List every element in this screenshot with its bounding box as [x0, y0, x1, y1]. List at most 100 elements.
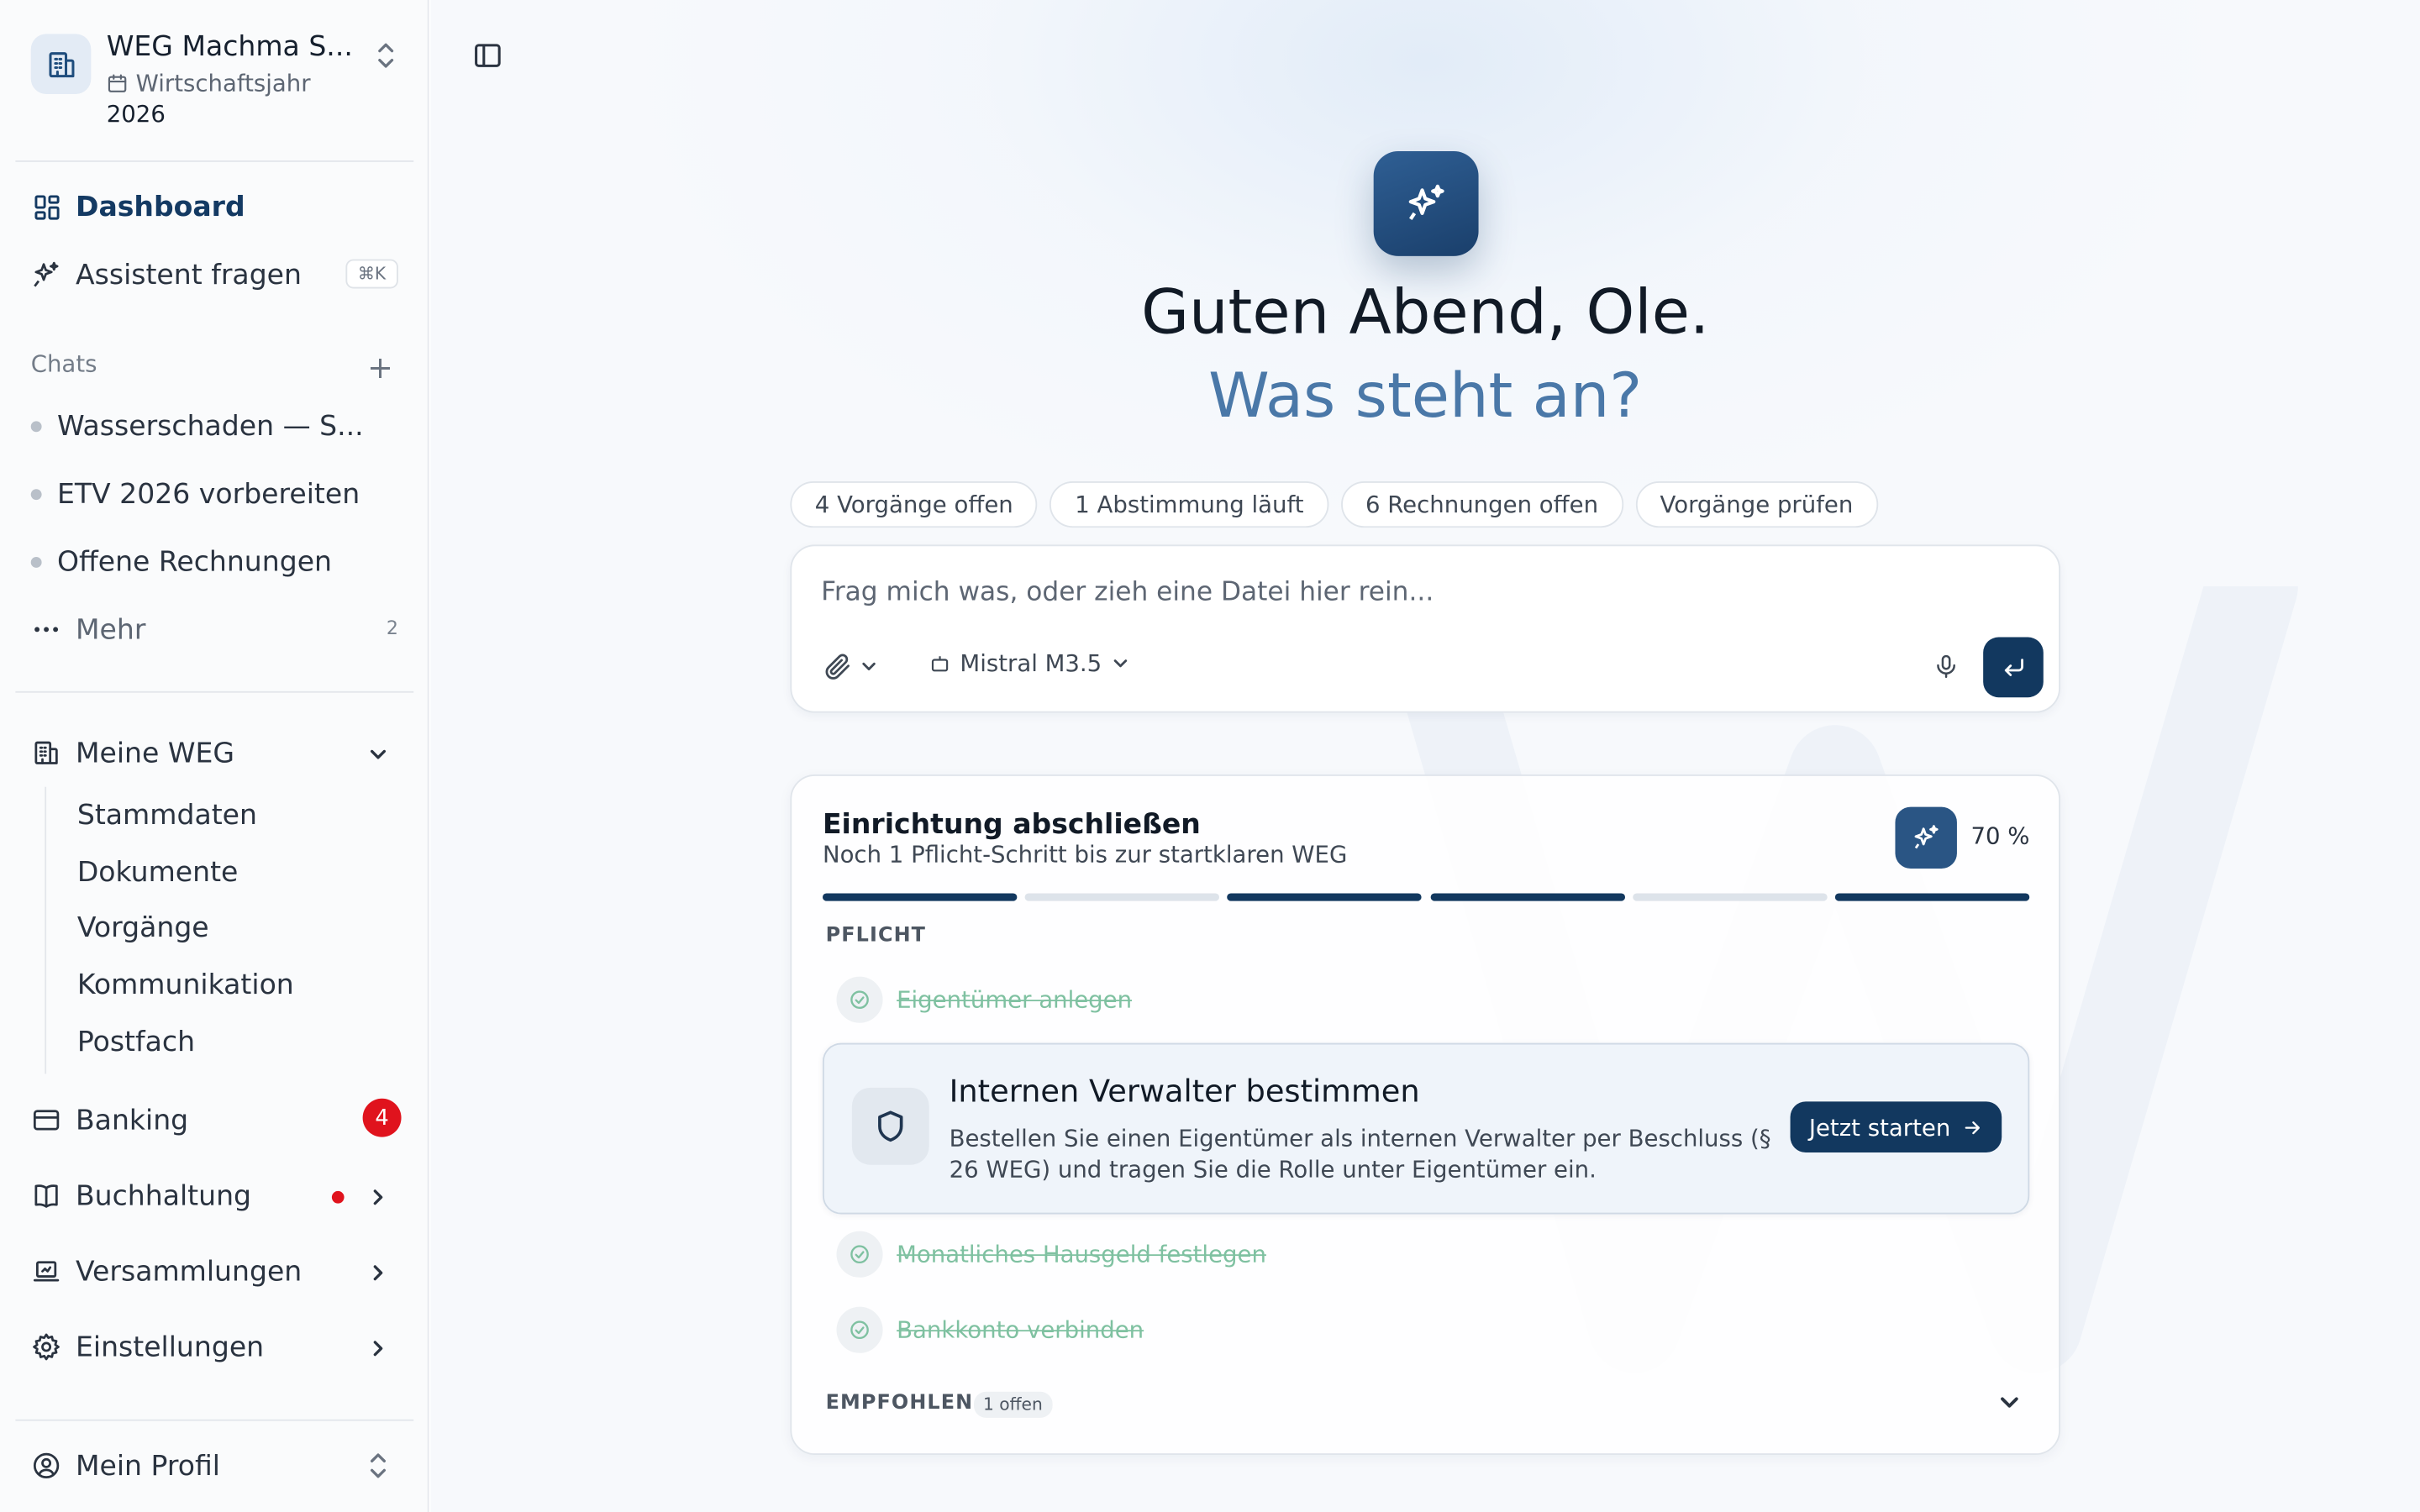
- more-dots-icon: [31, 614, 62, 645]
- building-icon: [30, 34, 92, 95]
- completed-step-label: Bankkonto verbinden: [897, 1315, 1144, 1344]
- subnav-postfach[interactable]: Postfach: [77, 1026, 195, 1058]
- workspace-name: WEG Machma S...: [106, 30, 353, 64]
- chevron-up-down-icon[interactable]: [373, 40, 397, 77]
- check-circle-icon: [836, 976, 883, 1023]
- subnav-dokumente[interactable]: Dokumente: [77, 856, 239, 889]
- nav-profile[interactable]: Mein Profil: [31, 1440, 402, 1492]
- main-content: Guten Abend, Ole. Was steht an? 4 Vorgän…: [430, 0, 2420, 1512]
- sidebar-toggle-icon[interactable]: [472, 40, 503, 77]
- chevron-right-icon: [367, 1335, 389, 1368]
- nav-meine-weg[interactable]: Meine WEG: [31, 727, 402, 779]
- subnav-vorgaenge[interactable]: Vorgänge: [77, 911, 209, 944]
- quick-chips: 4 Vorgänge offen 1 Abstimmung läuft 6 Re…: [790, 481, 1878, 528]
- nav-dashboard[interactable]: Dashboard: [31, 181, 402, 233]
- chevron-up-down-icon: [367, 1450, 389, 1488]
- chat-item-label: Wasserschaden — S...: [56, 409, 364, 443]
- divider: [15, 1419, 414, 1421]
- completed-step[interactable]: Monatliches Hausgeld festlegen: [836, 1231, 1266, 1278]
- chevron-right-icon: [367, 1184, 389, 1216]
- setup-title: Einrichtung abschließen: [822, 808, 1201, 842]
- chats-section-label: Chats: [30, 349, 97, 378]
- subnav-rail: [45, 786, 47, 1074]
- chats-more[interactable]: Mehr 2: [31, 603, 402, 655]
- task-description: Bestellen Sie einen Eigentümer als inter…: [949, 1124, 1771, 1184]
- chevron-down-icon: [2001, 1397, 2018, 1408]
- send-button[interactable]: [1983, 637, 2044, 698]
- sparkles-icon: [1914, 825, 1939, 849]
- chevron-down-icon: [367, 741, 389, 774]
- building-icon: [31, 738, 62, 769]
- shortcut-badge: ⌘K: [345, 259, 398, 289]
- nav-assistant[interactable]: Assistent fragen ⌘K: [31, 249, 402, 301]
- chat-item[interactable]: Wasserschaden — S...: [30, 402, 402, 449]
- divider: [15, 690, 414, 693]
- user-circle-icon: [31, 1450, 62, 1481]
- assistant-sparkles-icon: [1373, 150, 1479, 256]
- fiscal-year-text: Wirtschaftsjahr: [135, 69, 311, 97]
- progress-segment: [1024, 893, 1220, 901]
- start-task-button[interactable]: Jetzt starten: [1790, 1101, 2002, 1153]
- nav-banking[interactable]: Banking 4: [31, 1094, 402, 1146]
- quick-chip[interactable]: 4 Vorgänge offen: [790, 481, 1039, 528]
- nav-buchhaltung-label: Buchhaltung: [75, 1179, 252, 1212]
- chevron-down-icon: [862, 662, 876, 671]
- setup-card: Einrichtung abschließen Noch 1 Pflicht-S…: [790, 774, 2060, 1456]
- chevron-down-icon: [1113, 659, 1127, 668]
- chevron-right-icon: [367, 1259, 389, 1292]
- fiscal-year-label: Wirtschaftsjahr: [107, 70, 311, 97]
- required-section-label: PFLICHT: [825, 924, 927, 948]
- nav-buchhaltung[interactable]: Buchhaltung: [31, 1169, 402, 1221]
- nav-versammlungen[interactable]: Versammlungen: [31, 1245, 402, 1297]
- chat-dot: [30, 420, 42, 432]
- progress-segment: [1429, 893, 1625, 901]
- shield-icon: [851, 1087, 929, 1165]
- check-circle-icon: [836, 1306, 883, 1353]
- workspace-switcher[interactable]: WEG Machma S... Wirtschaftsjahr 2026: [30, 30, 414, 130]
- progress-segment: [1632, 893, 1828, 901]
- nav-einstellungen-label: Einstellungen: [75, 1331, 265, 1363]
- nav-einstellungen[interactable]: Einstellungen: [31, 1320, 402, 1373]
- nav-assistant-label: Assistent fragen: [75, 258, 302, 291]
- chats-more-count: 2: [386, 617, 398, 639]
- chat-item-label: Offene Rechnungen: [56, 545, 333, 578]
- expand-recommended-button[interactable]: [1997, 1390, 2022, 1421]
- chat-input[interactable]: [821, 570, 1995, 615]
- chat-dot: [30, 488, 42, 500]
- chat-composer: Mistral M3.5: [790, 544, 2060, 713]
- completed-step[interactable]: Bankkonto verbinden: [836, 1306, 1144, 1353]
- microphone-icon[interactable]: [1933, 653, 1960, 686]
- chat-item[interactable]: Offene Rechnungen: [30, 538, 402, 585]
- attach-button[interactable]: [823, 651, 878, 682]
- quick-chip[interactable]: 1 Abstimmung läuft: [1050, 481, 1328, 528]
- notification-badge: 4: [362, 1098, 402, 1137]
- quick-chip[interactable]: Vorgänge prüfen: [1635, 481, 1878, 528]
- assistant-button[interactable]: [1895, 806, 1957, 869]
- chat-item[interactable]: ETV 2026 vorbereiten: [30, 470, 402, 517]
- gear-icon: [31, 1331, 62, 1362]
- subnav-kommunikation[interactable]: Kommunikation: [77, 969, 294, 1001]
- new-chat-button[interactable]: +: [367, 349, 393, 386]
- arrow-right-icon: [1965, 1121, 1980, 1134]
- dashboard-icon: [31, 192, 62, 223]
- greeting-question: Was steht an?: [1208, 360, 1643, 433]
- model-name: Mistral M3.5: [960, 649, 1102, 678]
- chat-dot: [30, 556, 42, 567]
- status-dot: [331, 1190, 345, 1204]
- quick-chip[interactable]: 6 Rechnungen offen: [1340, 481, 1623, 528]
- fiscal-year: 2026: [106, 100, 166, 129]
- credit-card-icon: [31, 1105, 62, 1136]
- bot-icon: [931, 656, 949, 672]
- model-selector[interactable]: Mistral M3.5: [929, 649, 1130, 677]
- nav-versammlungen-label: Versammlungen: [75, 1255, 302, 1288]
- enter-arrow-icon: [2003, 658, 2023, 676]
- nav-banking-label: Banking: [75, 1104, 189, 1137]
- greeting-heading: Guten Abend, Ole.: [1141, 277, 1710, 349]
- active-task-card: Internen Verwalter bestimmen Bestellen S…: [822, 1042, 2030, 1215]
- completed-step[interactable]: Eigentümer anlegen: [836, 976, 1133, 1023]
- sidebar: WEG Machma S... Wirtschaftsjahr 2026 Das…: [0, 0, 429, 1512]
- paperclip-icon: [825, 654, 850, 680]
- chats-more-label: Mehr: [75, 613, 146, 646]
- completed-step-label: Eigentümer anlegen: [897, 985, 1133, 1014]
- subnav-stammdaten[interactable]: Stammdaten: [77, 799, 257, 832]
